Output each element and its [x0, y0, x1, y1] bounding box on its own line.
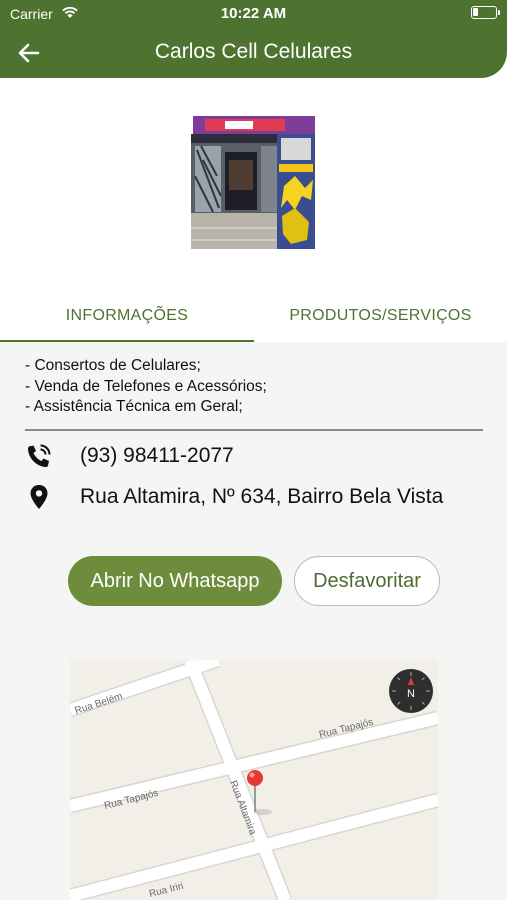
address-text: Rua Altamira, Nº 634, Bairro Bela Vista [80, 485, 444, 508]
info-panel: - Consertos de Celulares; - Venda de Tel… [0, 342, 507, 900]
map-view[interactable]: Rua Belém Rua Tapajós Rua Tapajós Rua Al… [70, 660, 438, 900]
tab-informacoes[interactable]: INFORMAÇÕES [0, 290, 254, 342]
phone-number: (93) 98411-2077 [80, 444, 234, 467]
address-row[interactable]: Rua Altamira, Nº 634, Bairro Bela Vista [25, 481, 495, 513]
page-title: Carlos Cell Celulares [154, 40, 353, 63]
app-header: Carlos Cell Celulares [0, 28, 507, 78]
store-photo [191, 116, 316, 249]
open-whatsapp-button[interactable]: Abrir No Whatsapp [68, 556, 282, 606]
status-time: 10:22 AM [220, 5, 287, 22]
battery-icon [471, 6, 500, 19]
service-item: - Venda de Telefones e Acessórios; [25, 377, 267, 395]
service-item: - Assistência Técnica em Geral; [25, 398, 243, 415]
service-list: - Consertos de Celulares; - Venda de Tel… [25, 356, 267, 418]
phone-row[interactable]: (93) 98411-2077 [25, 440, 495, 472]
map-streets: Rua Belém Rua Tapajós Rua Tapajós Rua Al… [70, 660, 438, 900]
divider [25, 429, 483, 431]
tab-bar: INFORMAÇÕES PRODUTOS/SERVIÇOS [0, 290, 507, 342]
compass-icon[interactable]: N [388, 668, 434, 714]
tab-produtos-servicos[interactable]: PRODUTOS/SERVIÇOS [254, 290, 507, 342]
location-pin-icon [25, 483, 53, 511]
service-item: - Consertos de Celulares; [25, 357, 201, 374]
svg-text:N: N [407, 688, 415, 700]
status-bar: Carrier 10:22 AM [0, 0, 507, 28]
unfavorite-button[interactable]: Desfavoritar [294, 556, 440, 606]
phone-call-icon [25, 442, 53, 470]
